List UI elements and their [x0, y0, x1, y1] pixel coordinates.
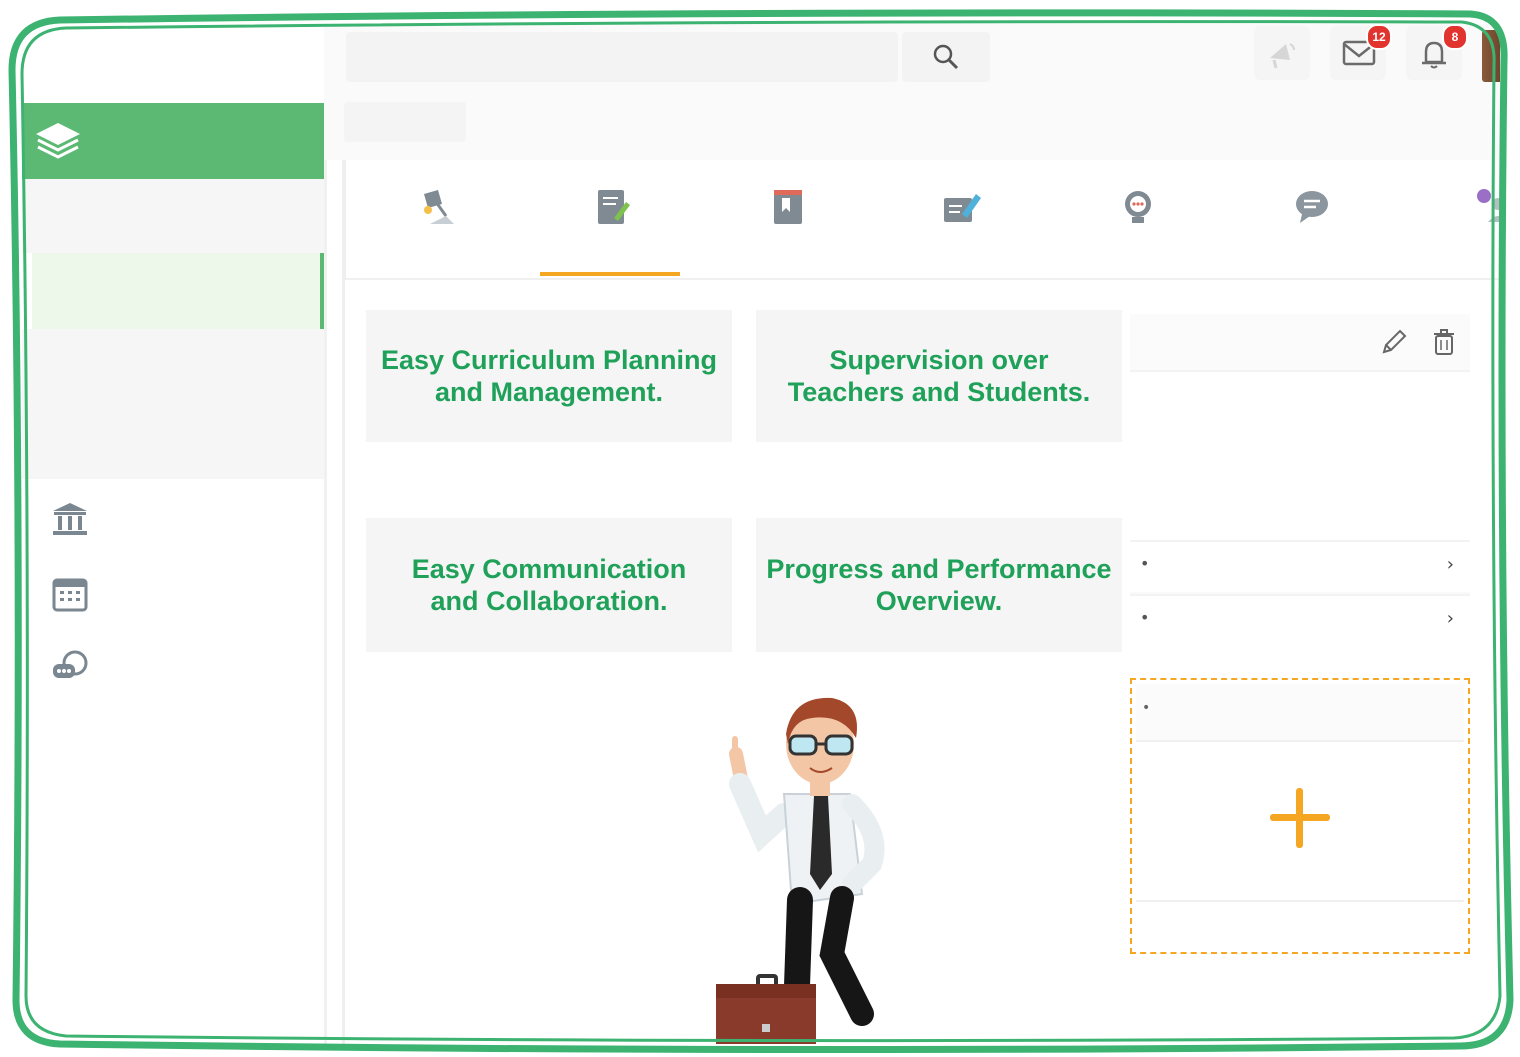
feature-card-line: Easy Curriculum Planning	[380, 345, 718, 375]
row-bullet: •	[1140, 608, 1150, 627]
tab-group-chat[interactable]	[1416, 178, 1500, 278]
tab-edit-form[interactable]	[890, 178, 1030, 278]
feature-card-line: Supervision over	[829, 345, 1049, 375]
add-widget-bullet: •	[1142, 700, 1151, 716]
messages-button[interactable]: 12	[1330, 24, 1392, 80]
sidebar-item-3[interactable]	[22, 329, 324, 479]
feature-card-curriculum: Easy Curriculum Planning and Management.	[366, 310, 732, 442]
trash-icon[interactable]	[1432, 328, 1456, 356]
search-icon	[933, 44, 959, 70]
chat-bubble-icon[interactable]	[50, 648, 90, 688]
content-divider	[342, 160, 345, 1044]
mentor-chat-icon	[1125, 191, 1151, 223]
feature-card-progress: Progress and Performance Overview.	[756, 518, 1122, 652]
feature-card-line: and Collaboration.	[430, 586, 668, 616]
sidebar	[22, 24, 327, 1044]
search-input[interactable]	[346, 32, 898, 82]
group-chat-icon	[1477, 189, 1500, 222]
messages-badge: 12	[1366, 24, 1392, 50]
feature-card-supervision: Supervision over Teachers and Students.	[756, 310, 1122, 442]
widget-row[interactable]: • ›	[1130, 540, 1470, 592]
subheader	[324, 102, 1500, 160]
tab-book[interactable]	[716, 178, 856, 278]
chevron-right-icon: ›	[1446, 554, 1454, 575]
sidebar-brand[interactable]	[22, 103, 324, 179]
add-widget-box[interactable]: •	[1130, 678, 1470, 954]
layers-icon	[36, 123, 80, 159]
add-widget-footer	[1136, 900, 1464, 950]
widget-body	[1130, 372, 1470, 542]
book-icon	[774, 190, 802, 224]
tab-notebook[interactable]	[540, 178, 680, 276]
topbar: 12 8	[324, 24, 1500, 104]
app-window: 12 8 Easy Curriculum Planning and Manage…	[22, 24, 1500, 1044]
dashboard-widget: • › • ›	[1130, 314, 1470, 646]
sidebar-item-active[interactable]	[32, 253, 324, 329]
megaphone-icon	[1270, 43, 1295, 69]
edit-form-icon	[944, 194, 981, 222]
calendar-icon[interactable]	[50, 574, 90, 614]
plus-icon[interactable]	[1268, 786, 1332, 850]
pencil-icon[interactable]	[1380, 328, 1408, 356]
tab-comments[interactable]	[1240, 178, 1380, 278]
feature-card-line: Easy Communication	[411, 554, 687, 584]
widget-row[interactable]: • ›	[1130, 594, 1470, 646]
notifications-badge: 8	[1442, 24, 1468, 50]
chevron-right-icon: ›	[1446, 608, 1454, 629]
feature-card-line: Teachers and Students.	[787, 377, 1091, 407]
announcements-button[interactable]	[1254, 26, 1310, 80]
feature-card-line: and Management.	[434, 377, 664, 407]
lamp-icon	[424, 190, 454, 224]
widget-header	[1130, 314, 1470, 372]
search-button[interactable]	[902, 32, 990, 82]
feature-card-line: Overview.	[875, 586, 1003, 616]
comment-icon	[1296, 191, 1328, 223]
breadcrumb[interactable]	[344, 102, 466, 142]
mascot-illustration	[716, 697, 885, 1044]
row-bullet: •	[1140, 554, 1150, 573]
tab-lamp[interactable]	[366, 178, 506, 278]
add-widget-header: •	[1136, 684, 1464, 742]
notebook-pencil-icon	[598, 190, 630, 224]
notifications-button[interactable]: 8	[1406, 24, 1468, 80]
module-tabs	[344, 160, 1500, 280]
feature-card-communication: Easy Communication and Collaboration.	[366, 518, 732, 652]
feature-card-line: Progress and Performance	[766, 554, 1112, 584]
tab-mentor[interactable]	[1066, 178, 1206, 278]
avatar[interactable]	[1482, 30, 1500, 82]
institution-icon[interactable]	[50, 500, 90, 540]
sidebar-item-1[interactable]	[22, 179, 324, 253]
